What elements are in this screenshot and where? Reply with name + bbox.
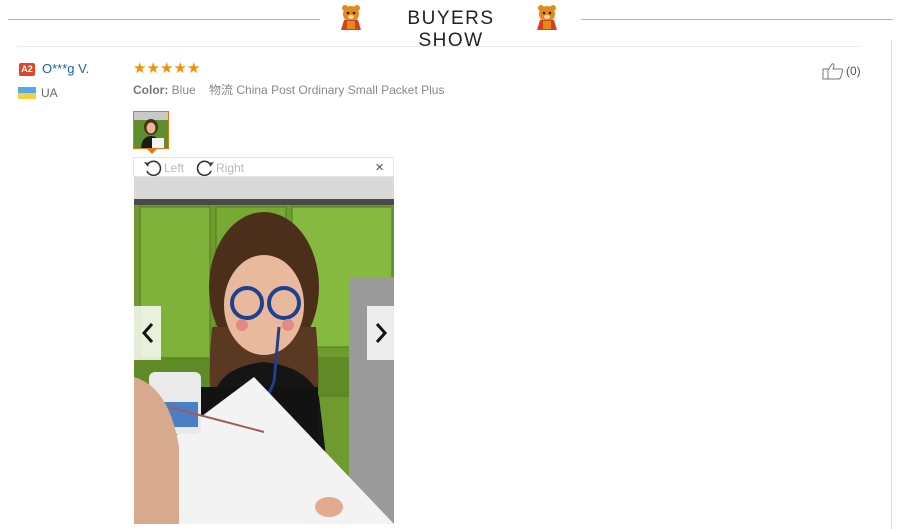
chevron-left-icon [141, 323, 153, 343]
rotate-left-button[interactable]: Left [143, 159, 184, 177]
helpful-button[interactable]: (0) [822, 62, 861, 80]
ukraine-flag-icon [18, 87, 36, 99]
close-viewer-button[interactable]: × [375, 159, 384, 176]
banner-rule-left [8, 19, 320, 20]
helpful-count: (0) [846, 64, 861, 78]
star-icon: ★ [146, 60, 160, 77]
banner-rule-right [581, 19, 893, 20]
divider [17, 46, 860, 47]
next-photo-button[interactable] [367, 306, 394, 360]
color-label: Color: [133, 83, 169, 97]
shipping-method: 物流 China Post Ordinary Small Packet Plus [209, 83, 445, 97]
color-value: Blue [171, 83, 196, 97]
buyer-level-badge: A2 [19, 63, 35, 76]
buyers-show-banner: BUYERS SHOW [0, 0, 903, 51]
reviewer-name-link[interactable]: O***g V. [42, 61, 89, 76]
star-icon: ★ [173, 60, 187, 77]
page-right-border [891, 40, 892, 529]
thumbnail-active-caret [147, 149, 157, 154]
thumbs-up-icon [822, 63, 844, 80]
review-photo [134, 177, 394, 524]
review-photo-thumbnail[interactable] [133, 111, 169, 149]
chevron-right-icon [375, 323, 387, 343]
photo-viewer-toolbar: Left Right × [133, 157, 394, 177]
previous-photo-button[interactable] [134, 306, 161, 360]
rotate-right-button[interactable]: Right [195, 159, 244, 177]
rotate-left-icon [144, 160, 162, 177]
rotate-right-icon [196, 160, 214, 177]
bear-mascot-icon [341, 5, 361, 30]
reviewer-country: UA [41, 86, 58, 100]
order-details: Color: Blue 物流 China Post Ordinary Small… [133, 81, 444, 98]
rotate-right-label: Right [216, 161, 245, 175]
star-icon: ★ [160, 60, 174, 77]
rotate-left-label: Left [164, 161, 185, 175]
star-rating: ★★★★★ [133, 59, 201, 77]
star-icon: ★ [187, 60, 201, 77]
review-photo-image [134, 177, 394, 524]
photo-thumbnail-image [134, 112, 168, 148]
bear-mascot-icon [537, 5, 557, 30]
star-icon: ★ [133, 60, 147, 77]
